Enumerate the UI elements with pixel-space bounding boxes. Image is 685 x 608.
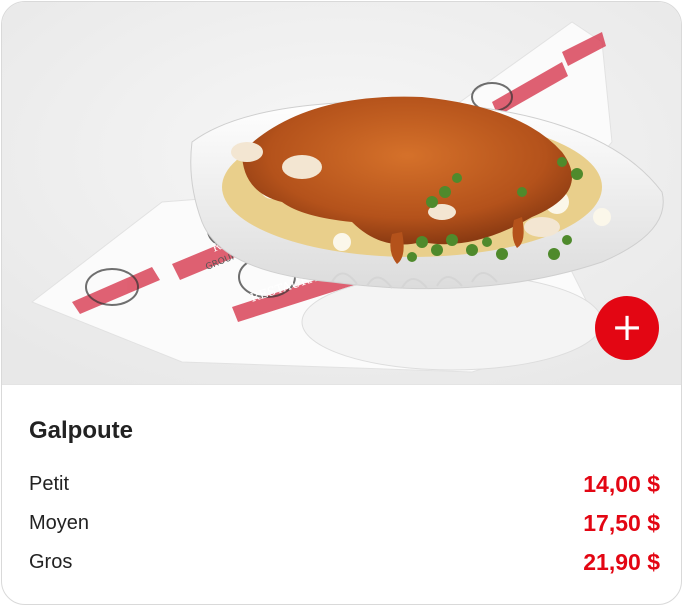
size-name: Moyen (29, 512, 90, 534)
poutine-photo: RESTAURANTS RESTAURANTS GROUPE VILLAGEOI… (2, 2, 681, 384)
product-image[interactable]: RESTAURANTS RESTAURANTS GROUPE VILLAGEOI… (2, 2, 681, 384)
size-name: Petit (29, 473, 70, 495)
size-price: 17,50 $ (583, 510, 660, 536)
size-option-moyen[interactable]: Moyen 17,50 $ (29, 508, 660, 540)
size-option-petit[interactable]: Petit 14,00 $ (29, 469, 660, 501)
size-option-gros[interactable]: Gros 21,90 $ (29, 547, 660, 579)
add-to-cart-button[interactable]: + (595, 296, 659, 360)
product-card[interactable]: RESTAURANTS RESTAURANTS GROUPE VILLAGEOI… (1, 1, 682, 605)
product-info: Galpoute Petit 14,00 $ Moyen 17,50 $ Gro… (2, 384, 681, 604)
product-title: Galpoute (29, 417, 134, 444)
size-price: 21,90 $ (583, 549, 660, 575)
size-price: 14,00 $ (583, 471, 660, 497)
plus-icon: + (611, 304, 643, 349)
size-name: Gros (29, 551, 73, 573)
